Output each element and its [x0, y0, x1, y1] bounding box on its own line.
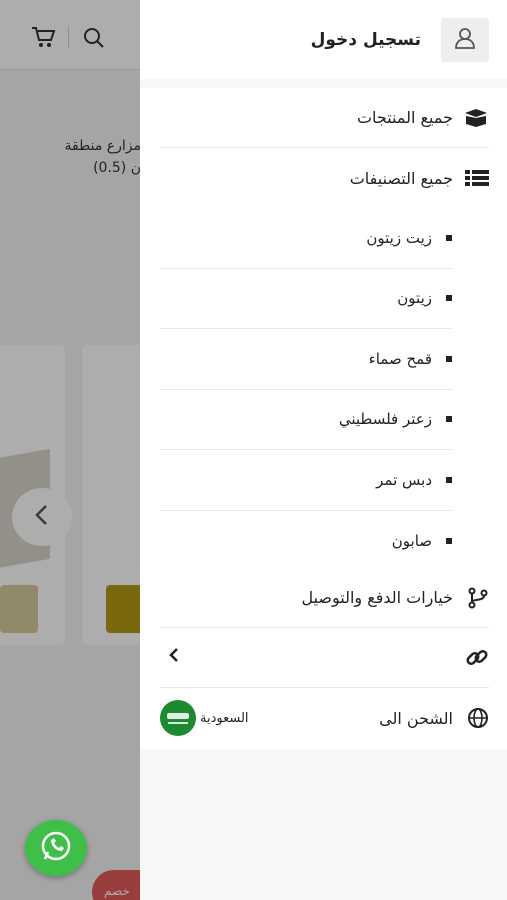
- shipping-selector[interactable]: الشحن الى السعودية: [160, 688, 489, 748]
- menu-label: جميع المنتجات: [356, 108, 453, 127]
- navigation-drawer: تسجيل دخول جميع المنتجات جميع التصنيفات …: [140, 0, 507, 900]
- country-selector[interactable]: السعودية: [160, 700, 249, 736]
- drawer-header: تسجيل دخول: [140, 0, 507, 79]
- category-list: زيت زيتون زيتون قمح صماء زعتر فلسطيني دب…: [140, 208, 507, 571]
- category-label: قمح صماء: [368, 349, 432, 368]
- bullet-icon: [446, 295, 452, 302]
- bullet-icon: [446, 537, 452, 544]
- link-icon: [461, 646, 489, 670]
- category-item[interactable]: زيت زيتون: [160, 208, 452, 269]
- category-item[interactable]: دبس تمر: [160, 450, 452, 511]
- saudi-flag-icon: [160, 700, 196, 736]
- drawer-menu: جميع المنتجات جميع التصنيفات زيت زيتون ز…: [140, 88, 507, 568]
- country-label: السعودية: [200, 710, 249, 726]
- whatsapp-icon: [38, 828, 74, 868]
- bullet-icon: [446, 355, 452, 362]
- bullet-icon: [446, 416, 452, 423]
- login-link[interactable]: تسجيل دخول: [311, 30, 421, 50]
- menu-item-payment-delivery[interactable]: خيارات الدفع والتوصيل: [160, 568, 489, 628]
- category-item[interactable]: صابون: [160, 511, 452, 572]
- branch-icon: [461, 586, 489, 610]
- menu-item-all-categories[interactable]: جميع التصنيفات: [160, 148, 489, 208]
- category-label: صابون: [391, 531, 432, 550]
- shipping-label: الشحن الى: [379, 708, 453, 728]
- bullet-icon: [446, 234, 452, 241]
- user-avatar-button[interactable]: [441, 17, 489, 62]
- user-icon: [452, 25, 478, 55]
- whatsapp-button[interactable]: [25, 820, 87, 876]
- category-item[interactable]: زعتر فلسطيني: [160, 390, 452, 450]
- category-label: دبس تمر: [376, 470, 432, 489]
- category-label: زيت زيتون: [366, 228, 432, 247]
- menu-item-links[interactable]: [160, 628, 489, 688]
- bullet-icon: [446, 476, 452, 483]
- box-icon: [461, 106, 489, 130]
- category-label: زعتر فلسطيني: [338, 410, 432, 429]
- drawer-footer-menu: خيارات الدفع والتوصيل الشحن الى السعودية: [140, 568, 507, 749]
- chevron-left-icon[interactable]: [160, 647, 180, 668]
- category-item[interactable]: زيتون: [160, 269, 452, 329]
- list-icon: [461, 166, 489, 190]
- category-item[interactable]: قمح صماء: [160, 329, 452, 390]
- menu-label: جميع التصنيفات: [349, 168, 453, 188]
- category-label: زيتون: [397, 289, 432, 308]
- globe-icon: [461, 706, 489, 730]
- menu-label: خيارات الدفع والتوصيل: [301, 588, 453, 607]
- menu-item-all-products[interactable]: جميع المنتجات: [160, 88, 489, 148]
